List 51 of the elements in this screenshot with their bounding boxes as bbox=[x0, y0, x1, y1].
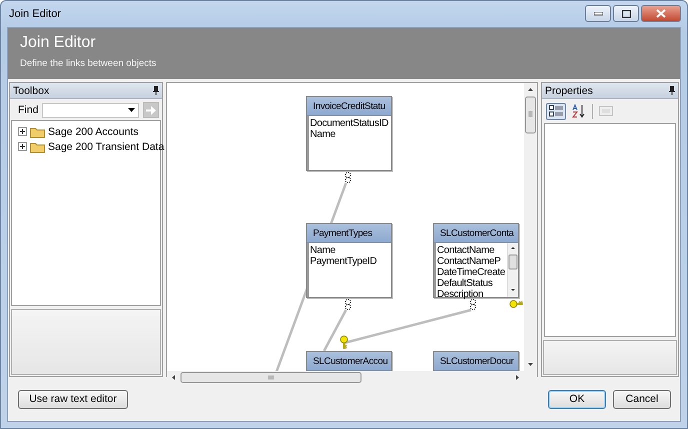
field-name: DateTimeCreate bbox=[437, 267, 506, 278]
panel-title: Toolbox bbox=[13, 84, 50, 96]
table-box[interactable]: SLCustomerAccou bbox=[306, 351, 392, 371]
field-name: Description bbox=[437, 289, 484, 300]
table-title: PaymentTypes bbox=[307, 224, 391, 243]
field-name: PaymentTypeID bbox=[310, 256, 378, 267]
header-title: Join Editor bbox=[20, 34, 97, 52]
tree-item[interactable]: Sage 200 Transient Data bbox=[48, 140, 164, 152]
table-box[interactable]: PaymentTypes Name PaymentTypeID bbox=[306, 223, 392, 298]
table-box[interactable]: SLCustomerDocur bbox=[433, 351, 519, 371]
field-name: Name bbox=[310, 129, 336, 140]
pin-icon[interactable] bbox=[669, 86, 675, 95]
tree-item[interactable]: Sage 200 Accounts bbox=[48, 126, 138, 138]
table-title: InvoiceCreditStatu bbox=[307, 97, 391, 116]
panel-title: Properties bbox=[545, 84, 593, 96]
folder-icon bbox=[30, 140, 45, 152]
header-subtitle: Define the links between objects bbox=[20, 58, 158, 69]
toolbar-button[interactable] bbox=[546, 102, 566, 120]
table-box[interactable]: SLCustomerConta ContactName ContactNameP DateTimeCreate DefaultStatus Description bbox=[433, 223, 519, 298]
raw-text-editor-button[interactable]: Use raw text editor bbox=[18, 390, 128, 408]
field-name: DocumentStatusID bbox=[310, 118, 390, 129]
field-name: DefaultStatus bbox=[437, 278, 494, 289]
find-field[interactable] bbox=[42, 102, 139, 118]
window-title: Join Editor bbox=[8, 8, 61, 20]
property-pages-icon bbox=[599, 105, 613, 117]
categorized-icon bbox=[549, 105, 563, 117]
close-icon bbox=[656, 9, 666, 18]
expand-icon[interactable] bbox=[18, 127, 27, 136]
dialog-button[interactable]: Cancel bbox=[613, 390, 671, 408]
connector-line[interactable] bbox=[322, 298, 352, 352]
table-box[interactable]: InvoiceCreditStatu DocumentStatusID Name bbox=[306, 96, 392, 171]
close-button[interactable] bbox=[641, 5, 681, 22]
maximize-icon bbox=[622, 10, 630, 18]
minimize-icon bbox=[594, 12, 602, 16]
key-icon bbox=[510, 300, 523, 308]
sort-az-icon bbox=[572, 104, 586, 118]
folder-icon bbox=[30, 126, 45, 138]
arrow-icon bbox=[146, 106, 156, 114]
field-name: Name bbox=[310, 245, 336, 256]
key-icon bbox=[340, 336, 348, 349]
maximize-button[interactable] bbox=[613, 5, 639, 22]
find-label: Find bbox=[18, 104, 38, 116]
dropdown-arrow-icon bbox=[128, 108, 135, 112]
field-scrollbar[interactable] bbox=[507, 243, 518, 297]
table-title: SLCustomerConta bbox=[434, 224, 518, 243]
pin-icon[interactable] bbox=[153, 86, 159, 95]
expand-icon[interactable] bbox=[18, 142, 27, 151]
field-name: ContactName bbox=[437, 245, 496, 256]
minimize-button[interactable] bbox=[585, 5, 611, 22]
field-name: ContactNameP bbox=[437, 256, 502, 267]
dialog-button[interactable]: OK bbox=[548, 390, 606, 408]
